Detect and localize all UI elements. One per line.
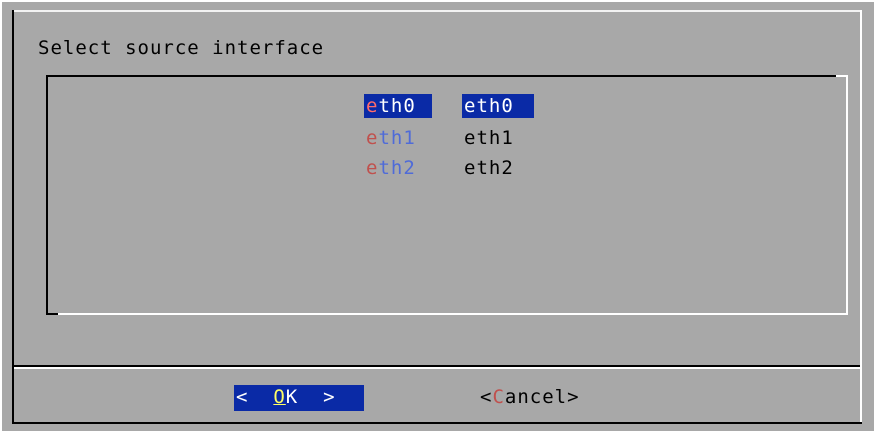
dialog-border-left bbox=[12, 10, 14, 424]
cancel-button-hotkey: C bbox=[492, 386, 505, 408]
menu-list-box[interactable] bbox=[46, 75, 848, 315]
menu-item-tag-hotkey: e bbox=[366, 127, 379, 149]
list-corner-bottom-left bbox=[46, 313, 58, 315]
list-border-right bbox=[846, 75, 848, 315]
ok-button-hotkey: O bbox=[273, 386, 286, 408]
menu-item-label[interactable]: eth2 bbox=[462, 156, 534, 180]
cancel-button-label-rest: ancel bbox=[504, 386, 568, 408]
menu-item-tag[interactable]: eth1 bbox=[364, 126, 432, 150]
menu-item-tag[interactable]: eth2 bbox=[364, 156, 432, 180]
button-separator-light bbox=[14, 367, 860, 369]
list-border-left bbox=[46, 75, 48, 315]
menu-item-tag-rest: th2 bbox=[378, 157, 416, 179]
ok-button[interactable]: < OK > bbox=[234, 385, 364, 411]
list-corner-top-right bbox=[836, 75, 848, 77]
menu-item-tag-rest: th0 bbox=[378, 95, 416, 117]
menu-item-eth0[interactable]: eth0 eth0 bbox=[364, 94, 534, 118]
menu-item-tag-hotkey: e bbox=[366, 157, 379, 179]
dialog-title: Select source interface bbox=[38, 37, 325, 59]
outer-frame-left bbox=[0, 0, 2, 431]
menu-item-label[interactable]: eth1 bbox=[462, 126, 534, 150]
outer-frame-top bbox=[0, 0, 874, 2]
menu-item-tag-rest: th1 bbox=[378, 127, 416, 149]
list-border-top bbox=[46, 75, 848, 77]
menu-item-eth1[interactable]: eth1 eth1 bbox=[364, 126, 513, 150]
dialog-window: Select source interface eth0 eth0 eth1 e… bbox=[0, 0, 874, 431]
dialog-border-bottom bbox=[12, 422, 862, 424]
dialog-border-right bbox=[860, 10, 862, 424]
cancel-button-left-bracket: < bbox=[480, 386, 493, 408]
menu-item-label[interactable]: eth0 bbox=[462, 94, 534, 118]
menu-item-tag-hotkey: e bbox=[366, 95, 379, 117]
menu-item-eth2[interactable]: eth2 eth2 bbox=[364, 156, 513, 180]
cancel-button[interactable]: <Cancel> bbox=[480, 385, 612, 411]
list-border-bottom bbox=[46, 313, 848, 315]
cancel-button-right-bracket: > bbox=[567, 386, 580, 408]
ok-button-right-bracket: > bbox=[323, 386, 336, 408]
ok-button-label-rest: K bbox=[285, 386, 324, 408]
dialog-border-top bbox=[12, 10, 862, 12]
menu-item-tag[interactable]: eth0 bbox=[364, 94, 432, 118]
ok-button-left-bracket: < bbox=[236, 386, 274, 408]
